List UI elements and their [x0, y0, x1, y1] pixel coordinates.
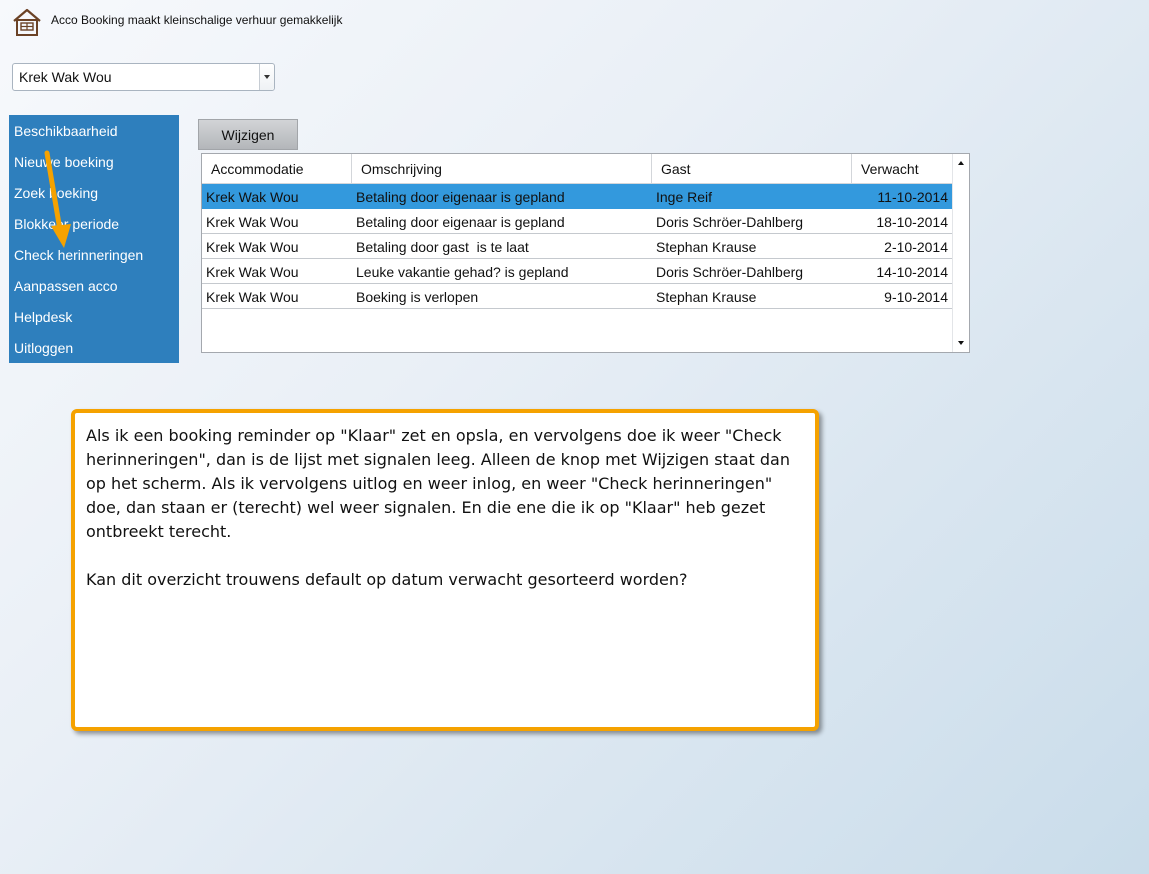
scroll-up-button[interactable]: [953, 155, 969, 171]
scroll-down-button[interactable]: [953, 335, 969, 351]
cell-verwacht: 11-10-2014: [877, 189, 948, 205]
annotation-paragraph: Als ik een booking reminder op "Klaar" z…: [86, 426, 790, 541]
table-row[interactable]: Krek Wak Wou Boeking is verlopen Stephan…: [202, 284, 953, 309]
cell-accommodatie: Krek Wak Wou: [206, 264, 299, 280]
cell-accommodatie: Krek Wak Wou: [206, 189, 299, 205]
cell-accommodatie: Krek Wak Wou: [206, 289, 299, 305]
table-row[interactable]: Krek Wak Wou Betaling door gast is te la…: [202, 234, 953, 259]
annotation-note: Als ik een booking reminder op "Klaar" z…: [71, 409, 819, 731]
cell-accommodatie: Krek Wak Wou: [206, 239, 299, 255]
wijzigen-button[interactable]: Wijzigen: [198, 119, 298, 150]
cell-omschrijving: Betaling door eigenaar is gepland: [356, 189, 565, 205]
table-row[interactable]: Krek Wak Wou Betaling door eigenaar is g…: [202, 184, 953, 209]
reminders-table: Accommodatie Omschrijving Gast Verwacht …: [201, 153, 970, 353]
cell-gast: Doris Schröer-Dahlberg: [656, 214, 804, 230]
app-header: Acco Booking maakt kleinschalige verhuur…: [12, 6, 342, 38]
sidebar-item-blokkeer-periode[interactable]: Blokkeer periode: [14, 216, 119, 232]
sidebar-item-uitloggen[interactable]: Uitloggen: [14, 340, 73, 356]
column-header-verwacht[interactable]: Verwacht: [852, 154, 953, 183]
app-title: Acco Booking maakt kleinschalige verhuur…: [51, 13, 343, 27]
annotation-paragraph: Kan dit overzicht trouwens default op da…: [86, 570, 688, 589]
column-header-omschrijving[interactable]: Omschrijving: [352, 154, 652, 183]
cell-gast: Inge Reif: [656, 189, 713, 205]
sidebar-item-aanpassen-acco[interactable]: Aanpassen acco: [14, 278, 118, 294]
accommodation-select-value: Krek Wak Wou: [19, 69, 112, 85]
sidebar-item-helpdesk[interactable]: Helpdesk: [14, 309, 72, 325]
cell-verwacht: 14-10-2014: [876, 264, 948, 280]
cell-gast: Stephan Krause: [656, 289, 757, 305]
cell-verwacht: 9-10-2014: [884, 289, 948, 305]
chevron-down-icon: [264, 75, 270, 79]
cell-omschrijving: Betaling door gast is te laat: [356, 239, 529, 255]
sidebar: Beschikbaarheid Nieuwe boeking Zoek boek…: [9, 115, 179, 363]
sidebar-item-nieuwe-boeking[interactable]: Nieuwe boeking: [14, 154, 114, 170]
sidebar-item-check-herinneringen[interactable]: Check herinneringen: [14, 247, 143, 263]
cell-omschrijving: Betaling door eigenaar is gepland: [356, 214, 565, 230]
table-header: Accommodatie Omschrijving Gast Verwacht: [202, 154, 953, 184]
column-header-accommodatie[interactable]: Accommodatie: [202, 154, 352, 183]
house-icon: [13, 8, 41, 36]
accommodation-select[interactable]: Krek Wak Wou: [12, 63, 275, 91]
cell-verwacht: 18-10-2014: [876, 214, 948, 230]
sidebar-item-zoek-boeking[interactable]: Zoek boeking: [14, 185, 98, 201]
cell-omschrijving: Leuke vakantie gehad? is gepland: [356, 264, 569, 280]
dropdown-button[interactable]: [259, 64, 274, 90]
cell-accommodatie: Krek Wak Wou: [206, 214, 299, 230]
cell-verwacht: 2-10-2014: [884, 239, 948, 255]
vertical-scrollbar[interactable]: [952, 154, 969, 352]
column-header-gast[interactable]: Gast: [652, 154, 852, 183]
cell-gast: Doris Schröer-Dahlberg: [656, 264, 804, 280]
table-row[interactable]: Krek Wak Wou Leuke vakantie gehad? is ge…: [202, 259, 953, 284]
sidebar-item-beschikbaarheid[interactable]: Beschikbaarheid: [14, 123, 118, 139]
cell-gast: Stephan Krause: [656, 239, 757, 255]
table-row[interactable]: Krek Wak Wou Betaling door eigenaar is g…: [202, 209, 953, 234]
cell-omschrijving: Boeking is verlopen: [356, 289, 479, 305]
arrow-up-icon: [958, 161, 964, 165]
arrow-down-icon: [958, 341, 964, 345]
